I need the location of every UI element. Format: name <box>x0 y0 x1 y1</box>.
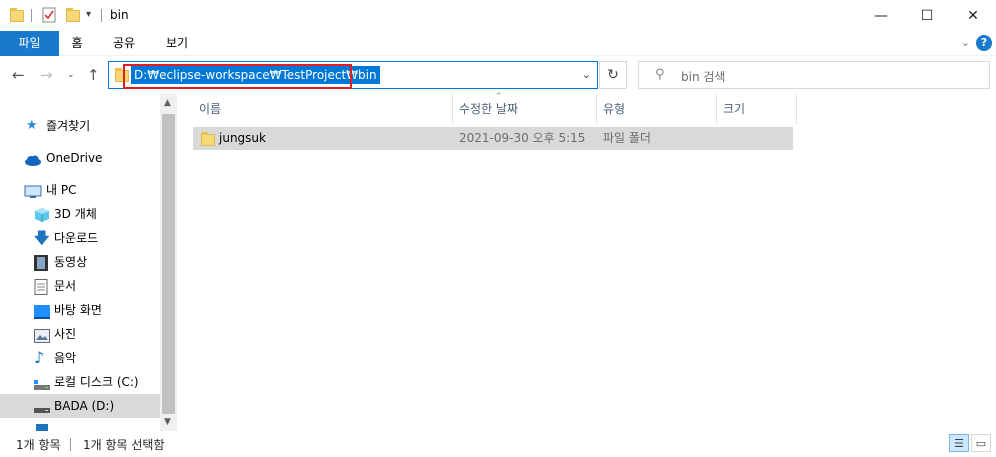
pc-icon <box>24 183 42 198</box>
nav-item-label: 바탕 화면 <box>54 303 102 317</box>
address-highlight-box <box>123 64 352 89</box>
close-button[interactable]: ✕ <box>950 0 996 31</box>
nav-item-onedrive[interactable]: OneDrive <box>0 146 160 170</box>
nav-item-label: 로컬 디스크 (C:) <box>54 375 139 389</box>
search-placeholder: bin 검색 <box>681 70 726 84</box>
nav-scrollbar[interactable]: ▲ ▼ <box>160 94 177 431</box>
minimize-button[interactable]: — <box>858 0 904 31</box>
nav-item-label: 음악 <box>54 351 77 365</box>
tab-view[interactable]: 보기 <box>157 31 197 56</box>
refresh-button[interactable]: ↻ <box>599 61 627 89</box>
file-type: 파일 폴더 <box>603 131 651 145</box>
nav-item-label: 사진 <box>54 327 77 341</box>
nav-item-label: 문서 <box>54 279 77 293</box>
file-list: ⌃ 이름 수정한 날짜 유형 크기 jungsuk 2021-09-30 오후 … <box>177 92 996 431</box>
tab-file[interactable]: 파일 <box>0 31 59 56</box>
scroll-up-icon[interactable]: ▲ <box>164 98 171 108</box>
column-name[interactable]: 이름 <box>193 94 453 124</box>
tab-share[interactable]: 공유 <box>104 31 144 56</box>
address-dropdown-icon[interactable]: ⌄ <box>582 68 591 81</box>
nav-item-downloads[interactable]: 🡇 다운로드 <box>0 226 160 250</box>
help-button[interactable]: ? <box>976 35 992 51</box>
table-row[interactable]: jungsuk 2021-09-30 오후 5:15 파일 폴더 <box>193 127 793 150</box>
star-icon: ★ <box>26 118 38 133</box>
window-title: bin <box>110 8 129 22</box>
navigation-pane: ★ 즐겨찾기 OneDrive 내 PC 3D 개체 🡇 다운로드 동영상 문서 <box>0 94 177 431</box>
tab-home[interactable]: 홈 <box>62 31 92 56</box>
nav-item-label: 내 PC <box>46 183 77 197</box>
nav-item-music[interactable]: ♪ 음악 <box>0 346 160 370</box>
separator <box>101 9 102 22</box>
nav-item-label: BADA (D:) <box>54 399 115 413</box>
video-icon <box>34 255 50 271</box>
nav-item-desktop[interactable]: 바탕 화면 <box>0 298 160 322</box>
search-icon: ⚲ <box>655 67 665 82</box>
title-bar: ▾ bin — ☐ ✕ <box>0 0 996 31</box>
scrollbar-thumb[interactable] <box>162 114 175 414</box>
nav-item-3d-objects[interactable]: 3D 개체 <box>0 202 160 226</box>
expand-ribbon-icon[interactable]: ⌄ <box>961 36 970 49</box>
column-type[interactable]: 유형 <box>597 94 717 124</box>
selection-count: 1개 항목 선택함 <box>83 438 165 452</box>
pictures-icon <box>34 327 50 343</box>
download-icon: 🡇 <box>34 229 50 247</box>
nav-item-label: 동영상 <box>54 255 88 269</box>
recent-locations-icon[interactable]: ⌄ <box>67 70 75 80</box>
file-modified: 2021-09-30 오후 5:15 <box>459 131 586 145</box>
nav-item-this-pc[interactable]: 내 PC <box>0 178 160 202</box>
search-box[interactable]: ⚲ bin 검색 <box>638 61 990 89</box>
back-button[interactable]: ← <box>12 66 25 84</box>
large-icons-view-button[interactable]: ▭ <box>971 434 991 452</box>
properties-icon[interactable] <box>41 7 57 26</box>
separator <box>31 9 32 22</box>
nav-item-label: 다운로드 <box>54 231 99 245</box>
up-button[interactable]: ↑ <box>87 66 100 84</box>
nav-item-label: 3D 개체 <box>54 207 97 221</box>
item-count: 1개 항목 <box>16 438 61 452</box>
cloud-icon <box>24 151 41 166</box>
details-view-button[interactable]: ☰ <box>949 434 969 452</box>
scroll-down-icon[interactable]: ▼ <box>164 417 171 427</box>
drive-icon <box>34 399 50 413</box>
document-icon <box>34 279 50 295</box>
ribbon: 파일 홈 공유 보기 ⌄ ? <box>0 31 996 56</box>
column-modified[interactable]: 수정한 날짜 <box>453 94 597 124</box>
separator <box>70 438 71 451</box>
music-icon: ♪ <box>34 348 45 367</box>
nav-item-label: OneDrive <box>46 151 103 165</box>
file-name: jungsuk <box>219 131 266 145</box>
customize-quick-access-icon[interactable]: ▾ <box>86 9 91 20</box>
network-icon <box>34 422 50 431</box>
nav-item-documents[interactable]: 문서 <box>0 274 160 298</box>
column-size[interactable]: 크기 <box>717 94 797 124</box>
local-disk-icon <box>34 375 50 390</box>
nav-item-label: 즐겨찾기 <box>46 119 91 133</box>
nav-item-local-disk[interactable]: 로컬 디스크 (C:) <box>0 370 160 394</box>
forward-button[interactable]: → <box>40 66 53 84</box>
status-bar: 1개 항목 1개 항목 선택함 ☰ ▭ <box>0 431 996 457</box>
desktop-icon <box>34 303 50 319</box>
nav-item-pictures[interactable]: 사진 <box>0 322 160 346</box>
3d-objects-icon <box>34 207 50 222</box>
nav-item-quick-access[interactable]: ★ 즐겨찾기 <box>0 114 160 138</box>
maximize-button[interactable]: ☐ <box>904 0 950 31</box>
nav-item-bada-drive[interactable]: BADA (D:) <box>0 394 160 418</box>
nav-item-videos[interactable]: 동영상 <box>0 250 160 274</box>
